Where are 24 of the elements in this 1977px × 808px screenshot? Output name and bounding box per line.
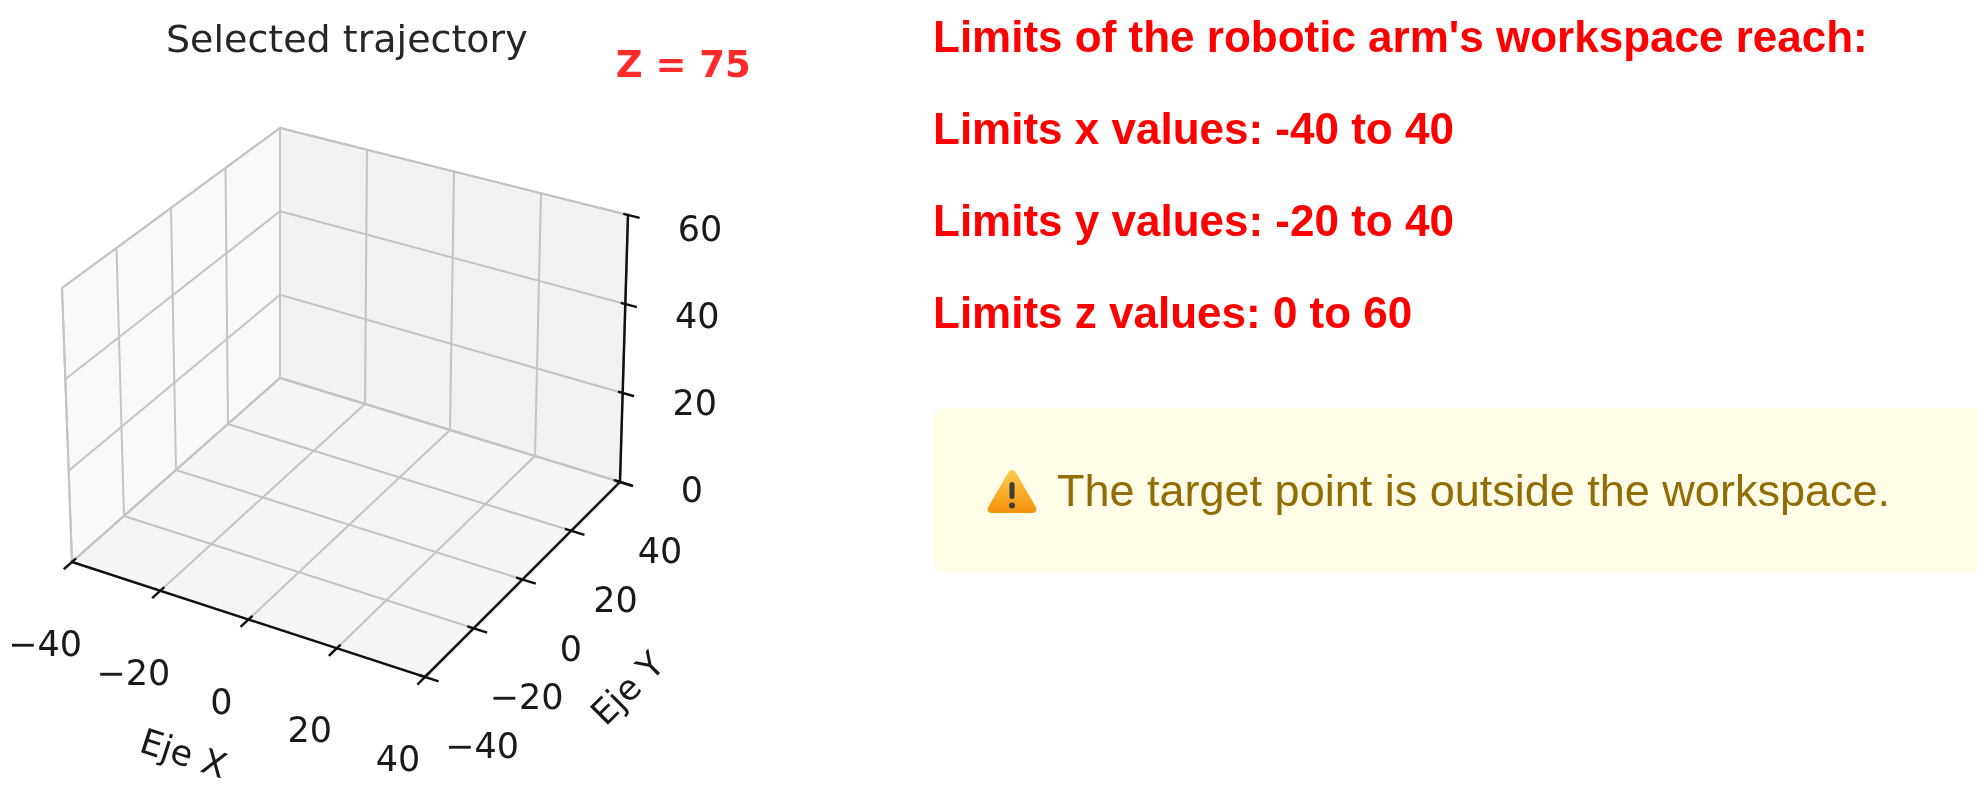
warning-icon: [987, 468, 1037, 513]
z-readout-label: Z = 75: [615, 46, 751, 83]
tick-label: −40: [8, 624, 82, 664]
axis-label: Eje X: [135, 720, 232, 787]
tick-label: −20: [96, 652, 171, 693]
tick-label: −20: [489, 677, 564, 718]
tick-label: 0: [210, 681, 233, 722]
limit-line: Limits z values: 0 to 60: [933, 288, 1414, 338]
axis-label: Eje Y: [583, 644, 672, 733]
tick-label: 20: [593, 579, 638, 620]
tick-label: 0: [680, 470, 704, 510]
tick-label: 0: [559, 628, 583, 669]
limits-heading: Limits of the robotic arm's workspace reach:: [933, 12, 1869, 62]
tick-label: −40: [445, 726, 519, 766]
tick-label: 40: [375, 739, 421, 779]
tick-label: 20: [672, 383, 717, 423]
tick-label: 60: [677, 209, 723, 249]
limit-line: Limits x values: -40 to 40: [933, 104, 1455, 154]
tick-label: 40: [675, 296, 720, 336]
tick-label: 40: [637, 531, 683, 571]
warning-message: The target point is outside the workspace.: [1057, 464, 1890, 517]
tick-label: 20: [287, 710, 333, 751]
limit-line: Limits y values: -20 to 40: [933, 196, 1455, 246]
plot-title: Selected trajectory: [166, 20, 528, 58]
